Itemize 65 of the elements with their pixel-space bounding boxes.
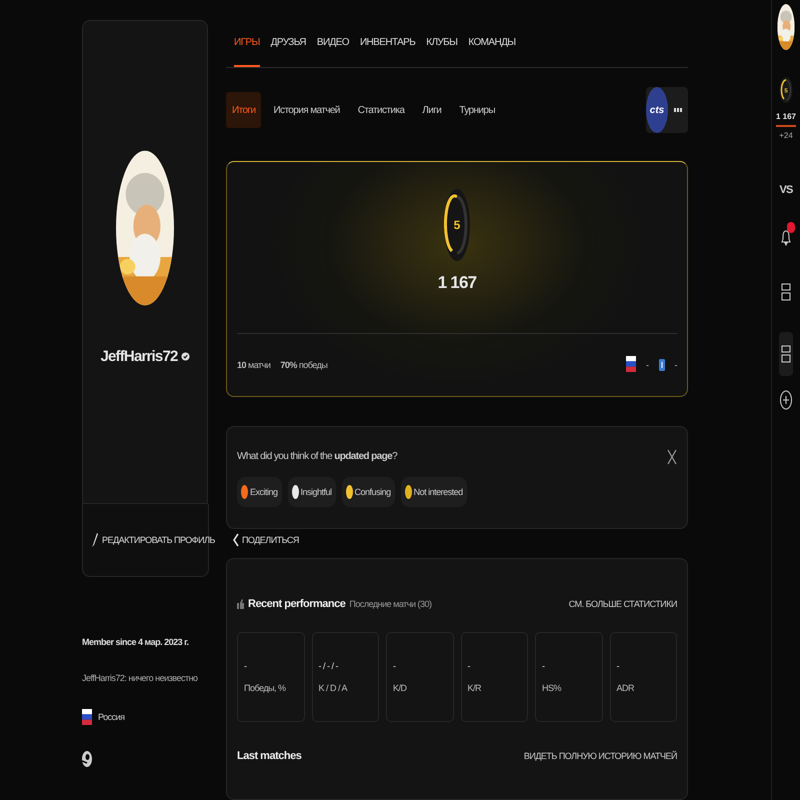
stat-label: HS% [542, 683, 562, 694]
member-since-text: Member since 4 мар. 2023 г. [82, 637, 190, 647]
edit-profile-button[interactable]: РЕДАКТИРОВАТЬ ПРОФИЛЬ [91, 532, 215, 548]
main-tab[interactable]: КЛУБЫ [426, 20, 458, 67]
stat-label: K/R [468, 683, 482, 694]
rail-elo-change: +24 [779, 131, 793, 140]
rail-elo: 1 167 [776, 112, 796, 127]
bell-icon [781, 230, 791, 246]
sub-tab[interactable]: Итоги [226, 92, 262, 128]
sub-tab[interactable]: История матчей [267, 92, 346, 128]
sub-tab[interactable]: Лиги [416, 92, 448, 128]
pencil-icon [91, 532, 99, 548]
versus-button[interactable]: VS [777, 180, 795, 200]
reaction-chip[interactable]: Confusing [342, 476, 395, 507]
stat-value: - [393, 661, 397, 672]
country-rank: - [646, 360, 648, 370]
dots-icon [674, 108, 682, 112]
reaction-chip[interactable]: Insightful [288, 476, 336, 507]
section-title: Recent performance [248, 598, 346, 610]
sub-tab[interactable]: Статистика [352, 92, 410, 128]
verified-icon [180, 352, 190, 361]
squares-icon [781, 344, 791, 364]
username: JeffHarris72 [100, 348, 178, 365]
reaction-chip[interactable]: Exciting [237, 476, 282, 507]
region-icon [658, 359, 664, 371]
stat-value: - [616, 661, 620, 672]
game-selector[interactable]: cts [646, 87, 688, 133]
stat-label: K/D [393, 683, 408, 694]
flag-icon [82, 709, 92, 725]
stat-value: - / - / - [318, 661, 340, 672]
stat-value: - [542, 661, 546, 672]
plus-icon [780, 390, 792, 410]
main-tab[interactable]: ИГРЫ [234, 20, 260, 67]
sub-tab[interactable]: Турниры [453, 92, 501, 128]
level-number: 5 [454, 218, 460, 232]
flag-icon [626, 356, 636, 372]
level-ring-icon [444, 189, 470, 261]
country-name: Россия [98, 712, 125, 722]
stat-label: K / D / A [318, 683, 348, 694]
squares-icon [781, 282, 791, 302]
game-badge: cts [646, 87, 668, 133]
feedback-question: What did you think of the updated page? [237, 451, 398, 462]
main-tab[interactable]: ДРУЗЬЯ [270, 20, 306, 67]
stat-label: ADR [616, 683, 636, 694]
win-rate: 70% победы [280, 360, 328, 370]
bio-text: JeffHarris72: ничего неизвестно [82, 673, 199, 683]
lobby-button[interactable] [779, 332, 793, 376]
stat-label: Победы, % [244, 683, 287, 694]
thumb-icon [237, 599, 244, 610]
match-history-link[interactable]: ВИДЕТЬ ПОЛНУЮ ИСТОРИЮ МАТЧЕЙ [524, 751, 677, 762]
matches-count: 10 матчи [237, 360, 270, 370]
share-icon [232, 533, 239, 547]
share-button[interactable]: ПОДЕЛИТЬСЯ [232, 533, 299, 547]
stat-value: - [468, 661, 472, 672]
reaction-chip[interactable]: Not interested [400, 476, 467, 507]
main-tab[interactable]: ВИДЕО [316, 20, 349, 67]
close-icon[interactable] [667, 448, 677, 465]
section-title: Last matches [237, 750, 302, 762]
elo-value: 1 167 [438, 273, 476, 293]
more-stats-link[interactable]: СМ. БОЛЬШЕ СТАТИСТИКИ [568, 599, 677, 610]
region-rank: - [674, 360, 677, 370]
stat-value: - [244, 661, 248, 672]
main-tab[interactable]: ИНВЕНТАРЬ [360, 20, 416, 67]
section-subtitle: Последние матчи (30) [349, 599, 432, 610]
main-tab[interactable]: КОМАНДЫ [468, 20, 516, 67]
